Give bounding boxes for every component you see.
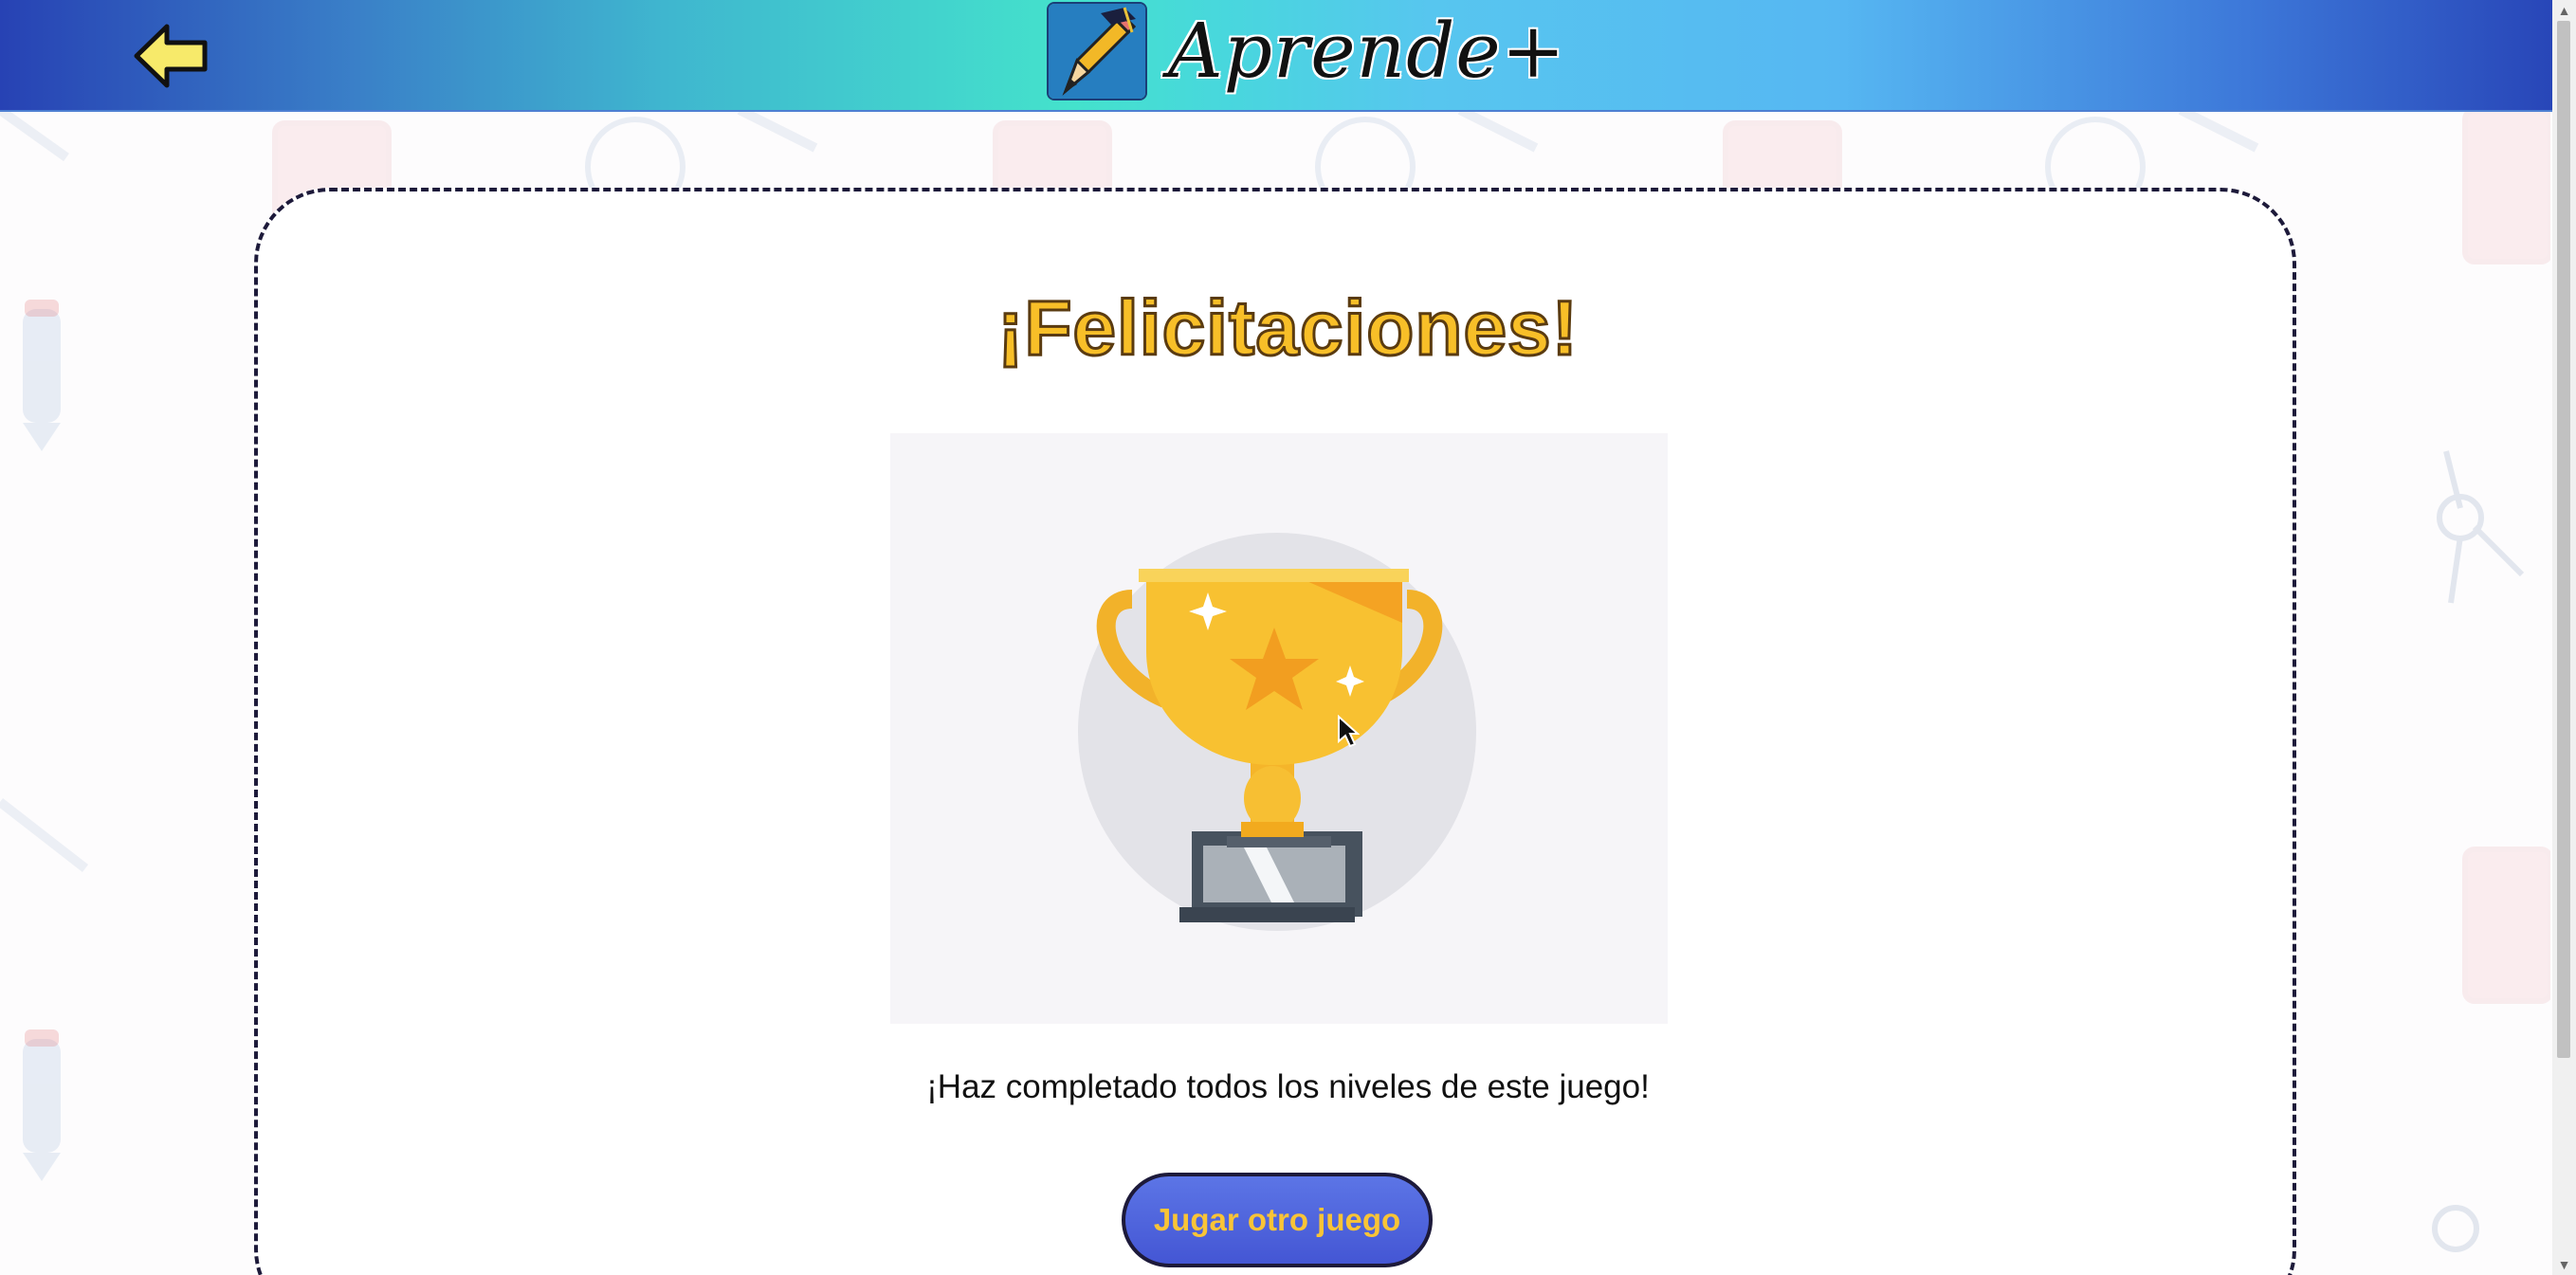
vertical-scrollbar[interactable]: ▲ ▼ [2552,0,2576,1275]
top-header: Aprende+ [0,0,2552,112]
brand-name: Aprende+ [1168,7,1566,95]
mouse-cursor-icon [1338,715,1360,748]
trophy-image [890,433,1668,1024]
completion-message: ¡Haz completado todos los niveles de est… [926,1068,1650,1105]
arrow-left-icon [134,24,208,88]
scroll-up-arrow-icon[interactable]: ▲ [2552,0,2576,21]
scroll-down-arrow-icon[interactable]: ▼ [2552,1254,2576,1275]
back-button[interactable] [133,23,210,89]
play-another-game-button[interactable]: Jugar otro juego [1122,1173,1433,1267]
app-viewport: Aprende+ ¡Felicitaciones! ¡Haz completad… [0,0,2576,1275]
scrollbar-thumb[interactable] [2557,21,2570,1058]
page-title: ¡Felicitaciones! [996,284,1580,373]
pencil-logo-icon [1049,4,1145,99]
trophy-icon [1078,533,1476,931]
brand-logo: Aprende+ [1049,2,1566,100]
